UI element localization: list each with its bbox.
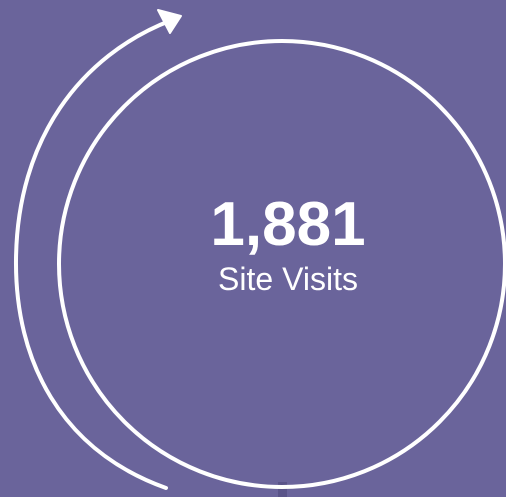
stat-value: 1,881 <box>210 190 366 259</box>
site-visits-panel: 1,881 Site Visits <box>0 0 506 497</box>
stat-block: 1,881 Site Visits <box>138 190 438 298</box>
connector-line <box>278 482 287 497</box>
stat-label: Site Visits <box>218 261 358 297</box>
